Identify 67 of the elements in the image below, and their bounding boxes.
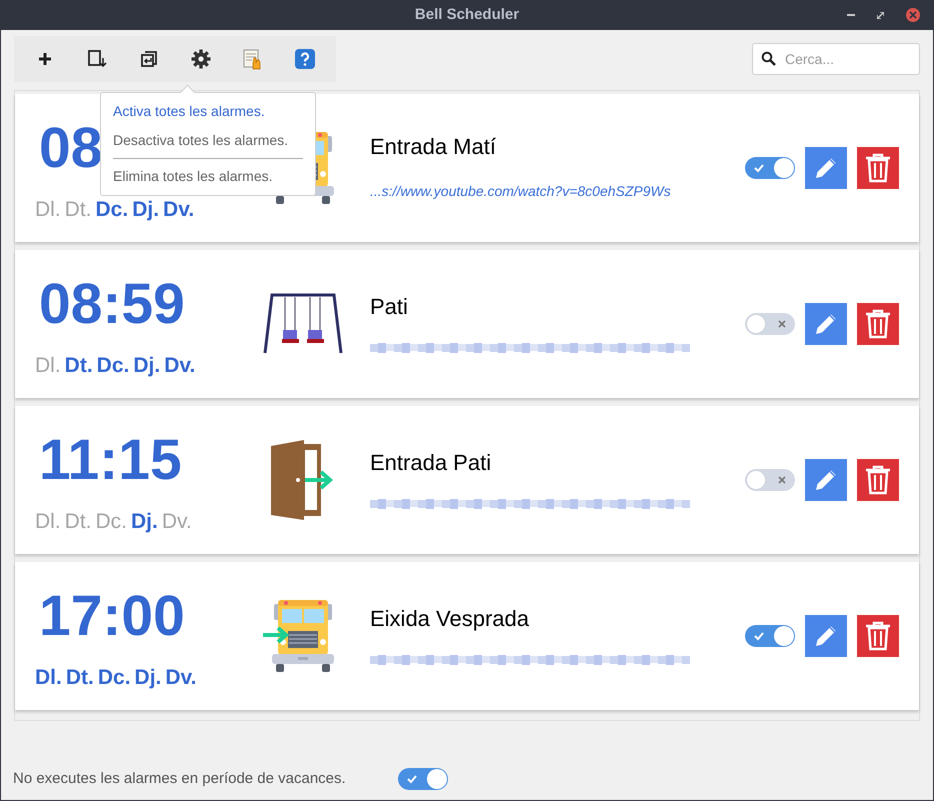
edit-button[interactable] [805, 615, 847, 657]
weekday-label: Dl. [35, 353, 61, 380]
document-download-icon [87, 49, 107, 69]
weekday-label: Dc. [96, 353, 130, 380]
alarm-name: Entrada Pati [370, 448, 492, 476]
gear-icon [191, 49, 211, 69]
delete-button[interactable] [857, 147, 899, 189]
swing-icon [262, 293, 342, 355]
menu-item[interactable]: Elimina totes les alarmes. [101, 162, 315, 191]
weekday-label: Dl. [35, 665, 62, 692]
help-icon [294, 48, 316, 70]
alarm-time: 08:59 [38, 271, 185, 338]
plus-icon [38, 52, 52, 66]
weekday-label: Dt. [66, 665, 94, 692]
alarm-name: Entrada Matí [370, 133, 497, 161]
menu-item[interactable]: Desactiva totes les alarmes. [101, 126, 315, 155]
weekday-label: Dc. [96, 509, 128, 536]
weekday-label: Dj. [132, 197, 160, 224]
weekday-label: Dv. [163, 197, 194, 224]
edit-button[interactable] [805, 459, 847, 501]
weekday-label: Dv. [165, 665, 196, 692]
weekday-label: Dt. [64, 197, 92, 224]
alarm-time: 17:00 [38, 583, 185, 650]
x-icon [778, 320, 786, 328]
delete-button[interactable] [857, 615, 899, 657]
x-icon [778, 476, 786, 484]
alarm-name: Eixida Vesprada [370, 604, 530, 633]
weekday-label: Dj. [134, 665, 162, 692]
menu-item[interactable]: Activa totes les alarmes. [101, 97, 315, 126]
edit-button[interactable] [805, 147, 847, 189]
sound-link[interactable]: ...s://www.youtube.com/watch?v=8c0ehSZP9Ws [370, 181, 745, 202]
weekday-label: Dt. [64, 353, 93, 380]
toggle-switch[interactable] [745, 469, 795, 491]
delete-button[interactable] [857, 303, 899, 345]
minimize-icon[interactable] [847, 14, 855, 16]
weekday-label: Dj. [133, 353, 160, 380]
trash-icon [865, 153, 891, 183]
weekday-label: Dc. [96, 197, 128, 224]
weekday-label: Dl. [35, 509, 61, 536]
search-icon [761, 51, 776, 66]
weekday-label: Dc. [98, 665, 131, 692]
check-icon [754, 163, 764, 173]
toggle-switch[interactable] [398, 768, 448, 790]
check-icon [406, 774, 417, 784]
trash-icon [865, 465, 891, 495]
weekday-label: Dv. [162, 509, 192, 536]
restore-icon[interactable] [877, 12, 884, 18]
edit-button[interactable] [805, 303, 847, 345]
import-icon [140, 50, 158, 68]
window-title: Bell Scheduler [414, 4, 520, 25]
toggle-switch[interactable] [745, 157, 795, 179]
trash-icon [865, 621, 891, 651]
search-field[interactable]: Cerca... [752, 43, 920, 75]
close-icon[interactable] [906, 8, 920, 22]
weekday-label: Dl. [35, 197, 61, 224]
trash-icon [865, 309, 891, 339]
delete-button[interactable] [857, 459, 899, 501]
alarm-name: Pati [370, 292, 409, 320]
alarm-time: 11:15 [38, 427, 182, 494]
vacation-label: No executes les alarmes en període de vacances. [13, 768, 346, 788]
weekday-label: Dv. [164, 353, 196, 380]
weekday-label: Dj. [131, 509, 158, 536]
alarm-time: 08 [38, 115, 102, 182]
toggle-switch[interactable] [745, 625, 795, 647]
weekday-label: Dt. [64, 509, 92, 536]
toggle-switch[interactable] [745, 313, 795, 335]
check-icon [754, 631, 764, 641]
